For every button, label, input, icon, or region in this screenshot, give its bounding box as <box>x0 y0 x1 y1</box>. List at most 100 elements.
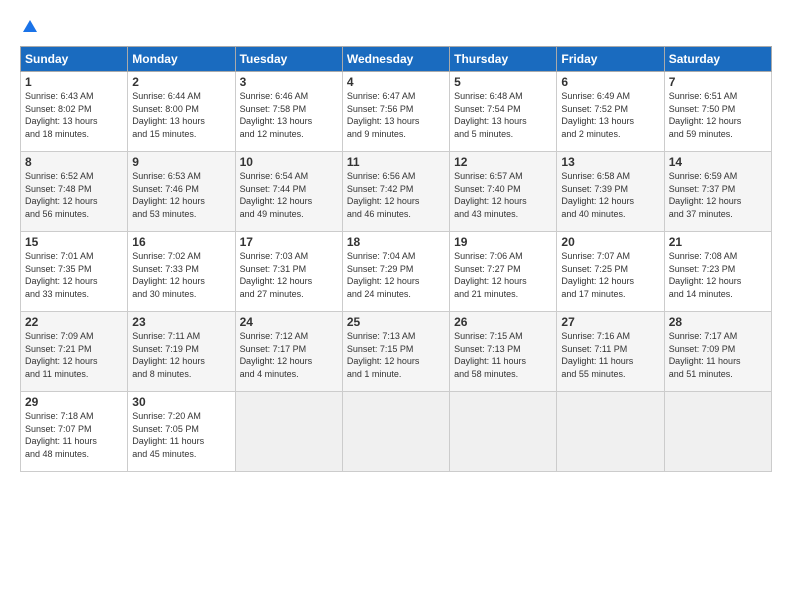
calendar-cell: 27Sunrise: 7:16 AM Sunset: 7:11 PM Dayli… <box>557 312 664 392</box>
day-number: 16 <box>132 235 230 249</box>
calendar-cell: 9Sunrise: 6:53 AM Sunset: 7:46 PM Daylig… <box>128 152 235 232</box>
day-info: Sunrise: 6:44 AM Sunset: 8:00 PM Dayligh… <box>132 90 230 140</box>
calendar-week-row: 8Sunrise: 6:52 AM Sunset: 7:48 PM Daylig… <box>21 152 772 232</box>
calendar-cell: 7Sunrise: 6:51 AM Sunset: 7:50 PM Daylig… <box>664 72 771 152</box>
calendar-header-friday: Friday <box>557 47 664 72</box>
day-info: Sunrise: 7:15 AM Sunset: 7:13 PM Dayligh… <box>454 330 552 380</box>
day-number: 17 <box>240 235 338 249</box>
calendar-cell: 10Sunrise: 6:54 AM Sunset: 7:44 PM Dayli… <box>235 152 342 232</box>
calendar-cell <box>235 392 342 472</box>
day-number: 19 <box>454 235 552 249</box>
calendar-cell: 30Sunrise: 7:20 AM Sunset: 7:05 PM Dayli… <box>128 392 235 472</box>
day-info: Sunrise: 7:03 AM Sunset: 7:31 PM Dayligh… <box>240 250 338 300</box>
day-number: 9 <box>132 155 230 169</box>
calendar-cell <box>450 392 557 472</box>
calendar-cell: 28Sunrise: 7:17 AM Sunset: 7:09 PM Dayli… <box>664 312 771 392</box>
day-number: 11 <box>347 155 445 169</box>
calendar-cell: 19Sunrise: 7:06 AM Sunset: 7:27 PM Dayli… <box>450 232 557 312</box>
page: SundayMondayTuesdayWednesdayThursdayFrid… <box>0 0 792 612</box>
calendar-cell: 6Sunrise: 6:49 AM Sunset: 7:52 PM Daylig… <box>557 72 664 152</box>
calendar-cell: 17Sunrise: 7:03 AM Sunset: 7:31 PM Dayli… <box>235 232 342 312</box>
day-number: 22 <box>25 315 123 329</box>
calendar-header-thursday: Thursday <box>450 47 557 72</box>
calendar-cell: 21Sunrise: 7:08 AM Sunset: 7:23 PM Dayli… <box>664 232 771 312</box>
day-number: 21 <box>669 235 767 249</box>
day-info: Sunrise: 6:49 AM Sunset: 7:52 PM Dayligh… <box>561 90 659 140</box>
calendar-cell: 4Sunrise: 6:47 AM Sunset: 7:56 PM Daylig… <box>342 72 449 152</box>
day-info: Sunrise: 7:08 AM Sunset: 7:23 PM Dayligh… <box>669 250 767 300</box>
day-info: Sunrise: 6:56 AM Sunset: 7:42 PM Dayligh… <box>347 170 445 220</box>
calendar-cell <box>557 392 664 472</box>
day-info: Sunrise: 6:58 AM Sunset: 7:39 PM Dayligh… <box>561 170 659 220</box>
calendar-cell: 22Sunrise: 7:09 AM Sunset: 7:21 PM Dayli… <box>21 312 128 392</box>
day-number: 27 <box>561 315 659 329</box>
day-number: 24 <box>240 315 338 329</box>
day-number: 14 <box>669 155 767 169</box>
day-number: 29 <box>25 395 123 409</box>
calendar-week-row: 22Sunrise: 7:09 AM Sunset: 7:21 PM Dayli… <box>21 312 772 392</box>
day-info: Sunrise: 7:01 AM Sunset: 7:35 PM Dayligh… <box>25 250 123 300</box>
day-number: 8 <box>25 155 123 169</box>
calendar-header-monday: Monday <box>128 47 235 72</box>
calendar-header-sunday: Sunday <box>21 47 128 72</box>
day-info: Sunrise: 7:16 AM Sunset: 7:11 PM Dayligh… <box>561 330 659 380</box>
day-number: 20 <box>561 235 659 249</box>
day-info: Sunrise: 6:43 AM Sunset: 8:02 PM Dayligh… <box>25 90 123 140</box>
day-info: Sunrise: 6:46 AM Sunset: 7:58 PM Dayligh… <box>240 90 338 140</box>
calendar-cell: 23Sunrise: 7:11 AM Sunset: 7:19 PM Dayli… <box>128 312 235 392</box>
calendar-cell <box>664 392 771 472</box>
calendar-week-row: 15Sunrise: 7:01 AM Sunset: 7:35 PM Dayli… <box>21 232 772 312</box>
day-number: 12 <box>454 155 552 169</box>
day-info: Sunrise: 7:12 AM Sunset: 7:17 PM Dayligh… <box>240 330 338 380</box>
day-info: Sunrise: 6:53 AM Sunset: 7:46 PM Dayligh… <box>132 170 230 220</box>
calendar-cell: 13Sunrise: 6:58 AM Sunset: 7:39 PM Dayli… <box>557 152 664 232</box>
day-number: 4 <box>347 75 445 89</box>
calendar-cell: 3Sunrise: 6:46 AM Sunset: 7:58 PM Daylig… <box>235 72 342 152</box>
day-number: 25 <box>347 315 445 329</box>
calendar-table: SundayMondayTuesdayWednesdayThursdayFrid… <box>20 46 772 472</box>
day-number: 10 <box>240 155 338 169</box>
calendar-cell <box>342 392 449 472</box>
calendar-cell: 20Sunrise: 7:07 AM Sunset: 7:25 PM Dayli… <box>557 232 664 312</box>
day-info: Sunrise: 7:06 AM Sunset: 7:27 PM Dayligh… <box>454 250 552 300</box>
day-info: Sunrise: 6:57 AM Sunset: 7:40 PM Dayligh… <box>454 170 552 220</box>
calendar-cell: 29Sunrise: 7:18 AM Sunset: 7:07 PM Dayli… <box>21 392 128 472</box>
day-info: Sunrise: 6:54 AM Sunset: 7:44 PM Dayligh… <box>240 170 338 220</box>
day-info: Sunrise: 7:07 AM Sunset: 7:25 PM Dayligh… <box>561 250 659 300</box>
day-info: Sunrise: 7:18 AM Sunset: 7:07 PM Dayligh… <box>25 410 123 460</box>
logo-icon <box>21 18 39 36</box>
day-info: Sunrise: 7:11 AM Sunset: 7:19 PM Dayligh… <box>132 330 230 380</box>
calendar-cell: 1Sunrise: 6:43 AM Sunset: 8:02 PM Daylig… <box>21 72 128 152</box>
calendar-cell: 14Sunrise: 6:59 AM Sunset: 7:37 PM Dayli… <box>664 152 771 232</box>
calendar-header-tuesday: Tuesday <box>235 47 342 72</box>
calendar-week-row: 1Sunrise: 6:43 AM Sunset: 8:02 PM Daylig… <box>21 72 772 152</box>
day-number: 26 <box>454 315 552 329</box>
calendar-cell: 25Sunrise: 7:13 AM Sunset: 7:15 PM Dayli… <box>342 312 449 392</box>
day-info: Sunrise: 6:48 AM Sunset: 7:54 PM Dayligh… <box>454 90 552 140</box>
logo <box>20 18 40 36</box>
day-number: 1 <box>25 75 123 89</box>
day-number: 7 <box>669 75 767 89</box>
day-number: 23 <box>132 315 230 329</box>
day-info: Sunrise: 7:20 AM Sunset: 7:05 PM Dayligh… <box>132 410 230 460</box>
calendar-cell: 2Sunrise: 6:44 AM Sunset: 8:00 PM Daylig… <box>128 72 235 152</box>
day-number: 3 <box>240 75 338 89</box>
calendar-cell: 16Sunrise: 7:02 AM Sunset: 7:33 PM Dayli… <box>128 232 235 312</box>
day-info: Sunrise: 6:51 AM Sunset: 7:50 PM Dayligh… <box>669 90 767 140</box>
calendar-header-saturday: Saturday <box>664 47 771 72</box>
calendar-cell: 26Sunrise: 7:15 AM Sunset: 7:13 PM Dayli… <box>450 312 557 392</box>
day-number: 5 <box>454 75 552 89</box>
day-number: 18 <box>347 235 445 249</box>
day-info: Sunrise: 6:59 AM Sunset: 7:37 PM Dayligh… <box>669 170 767 220</box>
calendar-cell: 18Sunrise: 7:04 AM Sunset: 7:29 PM Dayli… <box>342 232 449 312</box>
day-info: Sunrise: 7:09 AM Sunset: 7:21 PM Dayligh… <box>25 330 123 380</box>
calendar-header-row: SundayMondayTuesdayWednesdayThursdayFrid… <box>21 47 772 72</box>
calendar-header-wednesday: Wednesday <box>342 47 449 72</box>
calendar-cell: 24Sunrise: 7:12 AM Sunset: 7:17 PM Dayli… <box>235 312 342 392</box>
day-info: Sunrise: 7:02 AM Sunset: 7:33 PM Dayligh… <box>132 250 230 300</box>
day-info: Sunrise: 7:17 AM Sunset: 7:09 PM Dayligh… <box>669 330 767 380</box>
header <box>20 18 772 36</box>
calendar-cell: 12Sunrise: 6:57 AM Sunset: 7:40 PM Dayli… <box>450 152 557 232</box>
calendar-cell: 5Sunrise: 6:48 AM Sunset: 7:54 PM Daylig… <box>450 72 557 152</box>
day-number: 30 <box>132 395 230 409</box>
